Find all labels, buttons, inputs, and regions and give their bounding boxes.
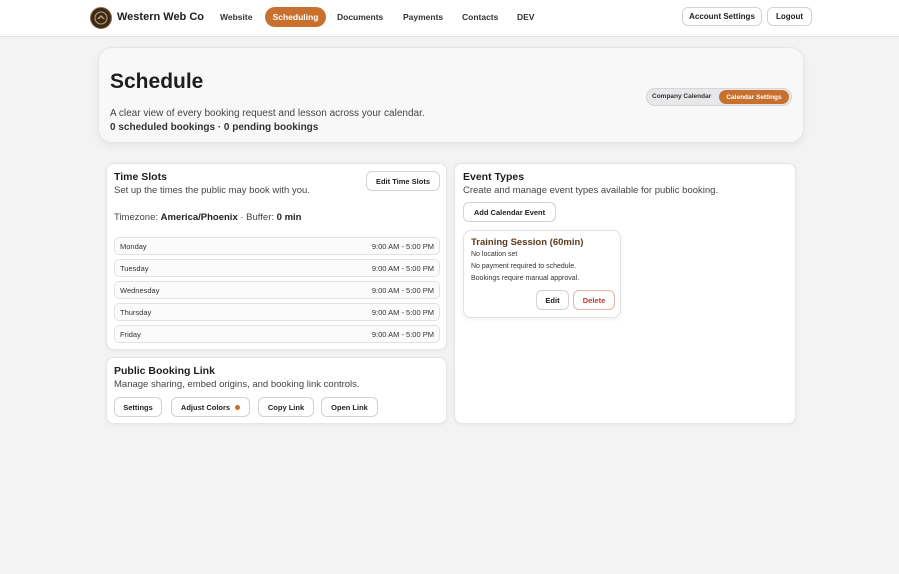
buffer-label: · Buffer: (240, 212, 274, 223)
add-calendar-event-button[interactable]: Add Calendar Event (463, 202, 556, 222)
slot-day: Tuesday (120, 264, 149, 273)
slot-time: 9:00 AM - 5:00 PM (371, 286, 434, 295)
adjust-colors-button[interactable]: Adjust Colors (171, 397, 250, 417)
edit-event-button[interactable]: Edit (536, 290, 569, 310)
slot-time: 9:00 AM - 5:00 PM (371, 308, 434, 317)
time-slot-row: Friday 9:00 AM - 5:00 PM (114, 325, 440, 343)
page-subtitle: A clear view of every booking request an… (110, 108, 425, 119)
event-types-card: Event Types Create and manage event type… (454, 163, 796, 424)
timezone-info: Timezone: America/Phoenix · Buffer: 0 mi… (114, 212, 301, 223)
edit-time-slots-button[interactable]: Edit Time Slots (366, 171, 440, 191)
nav-scheduling[interactable]: Scheduling (265, 7, 326, 27)
nav-payments[interactable]: Payments (403, 12, 443, 22)
slot-time: 9:00 AM - 5:00 PM (371, 264, 434, 273)
logout-button[interactable]: Logout (767, 7, 812, 26)
time-slots-card: Time Slots Set up the times the public m… (106, 163, 447, 350)
time-slots-title: Time Slots (114, 171, 167, 183)
calendar-settings-tab[interactable]: Calendar Settings (719, 90, 789, 104)
public-booking-link-card: Public Booking Link Manage sharing, embe… (106, 357, 447, 424)
slot-time: 9:00 AM - 5:00 PM (371, 242, 434, 251)
event-approval-info: Bookings require manual approval. (471, 275, 580, 282)
slot-time: 9:00 AM - 5:00 PM (371, 330, 434, 339)
nav-documents[interactable]: Documents (337, 12, 383, 22)
account-settings-button[interactable]: Account Settings (682, 7, 762, 26)
slot-day: Thursday (120, 308, 152, 317)
top-navigation-bar: Western Web Co Website Scheduling Docume… (0, 0, 899, 37)
event-payment-info: No payment required to schedule. (471, 263, 577, 270)
time-slots-subtitle: Set up the times the public may book wit… (114, 185, 310, 196)
event-type-name: Training Session (60min) (471, 237, 584, 248)
copy-link-button[interactable]: Copy Link (258, 397, 314, 417)
company-calendar-tab[interactable]: Company Calendar (652, 93, 711, 100)
time-slot-row: Thursday 9:00 AM - 5:00 PM (114, 303, 440, 321)
slot-day: Friday (120, 330, 141, 339)
delete-event-button[interactable]: Delete (573, 290, 615, 310)
time-slot-row: Tuesday 9:00 AM - 5:00 PM (114, 259, 440, 277)
color-indicator-icon (235, 404, 241, 410)
buffer-value: 0 min (276, 212, 302, 223)
booking-settings-button[interactable]: Settings (114, 397, 162, 417)
timezone-value: America/Phoenix (160, 212, 238, 223)
time-slot-row: Wednesday 9:00 AM - 5:00 PM (114, 281, 440, 299)
calendar-view-toggle: Company Calendar Calendar Settings (646, 88, 792, 106)
event-location: No location set (471, 251, 518, 258)
booking-link-subtitle: Manage sharing, embed origins, and booki… (114, 379, 360, 390)
slot-day: Wednesday (120, 286, 160, 295)
slot-day: Monday (120, 242, 147, 251)
event-types-title: Event Types (463, 171, 525, 183)
booking-counts: 0 scheduled bookings · 0 pending booking… (110, 122, 319, 133)
timezone-label: Timezone: (114, 212, 158, 223)
adjust-colors-label: Adjust Colors (180, 402, 231, 412)
schedule-header-card: Schedule A clear view of every booking r… (98, 47, 804, 143)
event-type-item: Training Session (60min) No location set… (463, 230, 621, 318)
booking-link-title: Public Booking Link (114, 365, 215, 377)
event-types-subtitle: Create and manage event types available … (463, 185, 719, 196)
time-slot-row: Monday 9:00 AM - 5:00 PM (114, 237, 440, 255)
brand-name[interactable]: Western Web Co (117, 11, 204, 23)
page-title: Schedule (110, 70, 204, 93)
open-link-button[interactable]: Open Link (321, 397, 378, 417)
nav-dev[interactable]: DEV (517, 12, 534, 22)
nav-contacts[interactable]: Contacts (462, 12, 498, 22)
nav-website[interactable]: Website (220, 12, 252, 22)
brand-logo-icon[interactable] (90, 7, 112, 29)
